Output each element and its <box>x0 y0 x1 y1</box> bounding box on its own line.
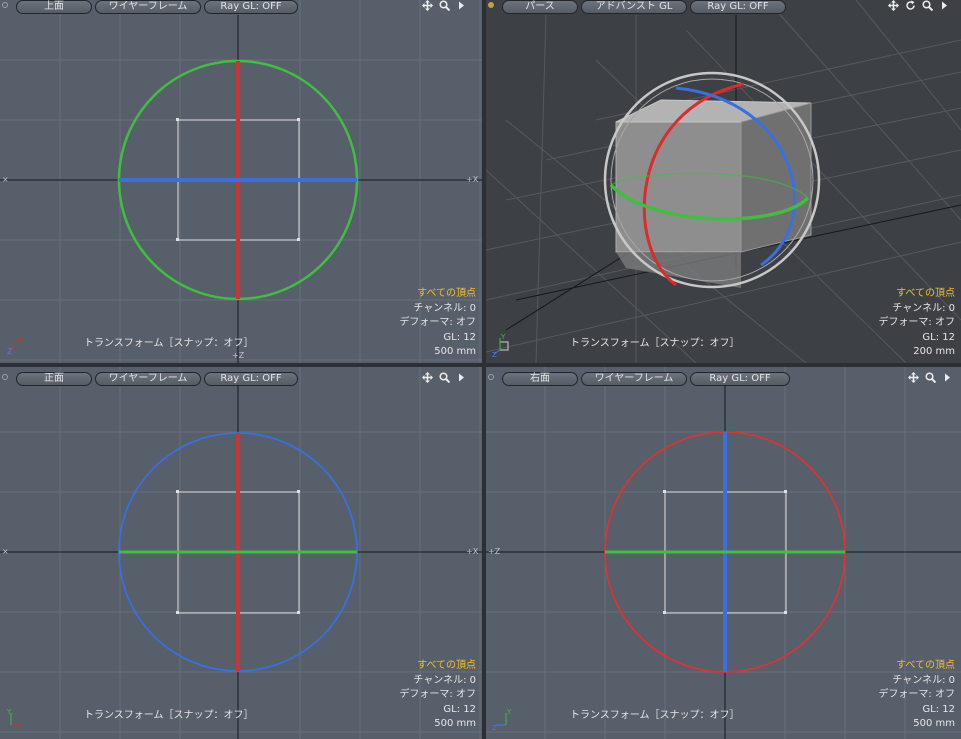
triangle-menu-icon[interactable] <box>942 372 953 383</box>
viewport-splitter-horizontal[interactable] <box>0 363 961 367</box>
svg-text:Z: Z <box>7 347 13 356</box>
viewport-front[interactable]: × +X 正面 ワイヤーフレーム Ray GL: OFF すべての頂点 チャンネ… <box>0 367 482 739</box>
grid-scale-label: 500 mm <box>913 718 955 729</box>
channel-label: チャンネル: 0 <box>413 302 476 314</box>
grid-scale-label: 200 mm <box>913 346 955 357</box>
svg-text:X: X <box>18 724 23 731</box>
grid-scale-label: 500 mm <box>434 718 476 729</box>
selection-mode-label: すべての頂点 <box>417 288 476 299</box>
axis-triad-icon: Z X <box>7 336 24 356</box>
viewport-info: すべての頂点 チャンネル: 0 デフォーマ: オフ GL: 12 200 mm <box>878 287 955 360</box>
viewport-splitter-vertical[interactable] <box>482 0 486 739</box>
triangle-menu-icon[interactable] <box>456 372 467 383</box>
svg-text:Z: Z <box>492 724 497 731</box>
axis-label-x-right: +X <box>466 175 479 184</box>
raygl-button[interactable]: Ray GL: OFF <box>690 0 786 14</box>
triangle-menu-icon[interactable] <box>456 0 467 11</box>
deformer-label: デフォーマ: オフ <box>878 317 955 328</box>
axis-label-x-right: +X <box>466 547 479 556</box>
gl-label: GL: 12 <box>922 331 955 343</box>
viewport-dot[interactable] <box>488 2 494 8</box>
axis-label-x-left: × <box>2 547 9 556</box>
gl-label: GL: 12 <box>922 703 955 715</box>
channel-label: チャンネル: 0 <box>413 674 476 686</box>
channel-label: チャンネル: 0 <box>892 302 955 314</box>
raygl-button[interactable]: Ray GL: OFF <box>204 372 298 386</box>
selection-mode-label: すべての頂点 <box>417 660 476 671</box>
axis-label-z-bottom: +Z <box>232 351 245 360</box>
selection-mode-label: すべての頂点 <box>896 660 955 671</box>
axis-label-x-left: × <box>2 175 9 184</box>
triangle-menu-icon[interactable] <box>939 0 950 11</box>
deformer-label: デフォーマ: オフ <box>878 689 955 700</box>
magnifier-icon[interactable] <box>439 372 450 383</box>
raygl-button[interactable]: Ray GL: OFF <box>204 0 298 14</box>
viewport-info: すべての頂点 チャンネル: 0 デフォーマ: オフ GL: 12 500 mm <box>399 287 476 360</box>
view-type-button[interactable]: 右面 <box>502 372 578 386</box>
deformer-label: デフォーマ: オフ <box>399 689 476 700</box>
viewport-info: すべての頂点 チャンネル: 0 デフォーマ: オフ GL: 12 500 mm <box>878 659 955 732</box>
gl-label: GL: 12 <box>443 703 476 715</box>
viewport-dot[interactable] <box>2 2 8 8</box>
view-type-button[interactable]: 上面 <box>16 0 92 14</box>
shading-mode-button[interactable]: ワイヤーフレーム <box>95 0 201 14</box>
magnifier-icon[interactable] <box>439 0 450 11</box>
gl-label: GL: 12 <box>443 331 476 343</box>
viewport-perspective-header: パース アドバンスト GL Ray GL: OFF <box>486 0 961 15</box>
svg-text:Y: Y <box>500 333 506 341</box>
axis-triad-icon: Y Z <box>492 333 509 357</box>
shading-mode-button[interactable]: ワイヤーフレーム <box>581 372 687 386</box>
shading-mode-button[interactable]: アドバンスト GL <box>581 0 687 14</box>
raygl-button[interactable]: Ray GL: OFF <box>690 372 790 386</box>
viewport-top-header: 上面 ワイヤーフレーム Ray GL: OFF <box>0 0 482 15</box>
move-arrows-icon[interactable] <box>422 0 433 11</box>
magnifier-icon[interactable] <box>925 372 936 383</box>
deformer-label: デフォーマ: オフ <box>399 317 476 328</box>
move-arrows-icon[interactable] <box>908 372 919 383</box>
move-arrows-icon[interactable] <box>422 372 433 383</box>
svg-text:X: X <box>19 336 24 344</box>
rotate-icon[interactable] <box>905 0 916 11</box>
transform-status: トランスフォーム［スナップ：オフ］ <box>570 710 740 721</box>
grid-scale-label: 500 mm <box>434 346 476 357</box>
svg-text:Z: Z <box>492 351 497 357</box>
axis-triad-icon: Y X <box>6 708 23 731</box>
svg-text:Y: Y <box>506 708 512 716</box>
selection-mode-label: すべての頂点 <box>896 288 955 299</box>
viewport-perspective[interactable]: パース アドバンスト GL Ray GL: OFF すべての頂点 チャンネル: … <box>486 0 961 363</box>
viewport-right[interactable]: +Z 右面 ワイヤーフレーム Ray GL: OFF すべての頂点 チャンネル:… <box>486 367 961 739</box>
axis-triad-icon: Y Z <box>492 708 512 731</box>
channel-label: チャンネル: 0 <box>892 674 955 686</box>
transform-status: トランスフォーム［スナップ：オフ］ <box>570 338 740 349</box>
viewport-dot[interactable] <box>488 374 494 380</box>
viewport-dot[interactable] <box>2 374 8 380</box>
svg-text:Y: Y <box>6 708 12 716</box>
magnifier-icon[interactable] <box>922 0 933 11</box>
viewport-front-header: 正面 ワイヤーフレーム Ray GL: OFF <box>0 372 482 387</box>
viewport-right-header: 右面 ワイヤーフレーム Ray GL: OFF <box>486 372 961 387</box>
view-type-button[interactable]: パース <box>502 0 578 14</box>
axis-label-z-left: +Z <box>488 547 501 556</box>
transform-status: トランスフォーム［スナップ：オフ］ <box>84 338 254 349</box>
viewport-info: すべての頂点 チャンネル: 0 デフォーマ: オフ GL: 12 500 mm <box>399 659 476 732</box>
shading-mode-button[interactable]: ワイヤーフレーム <box>95 372 201 386</box>
move-arrows-icon[interactable] <box>888 0 899 11</box>
view-type-button[interactable]: 正面 <box>16 372 92 386</box>
viewport-top[interactable]: × +X +Z 上面 ワイヤーフレーム Ray GL: OFF すべての頂点 チ… <box>0 0 482 363</box>
transform-status: トランスフォーム［スナップ：オフ］ <box>84 710 254 721</box>
